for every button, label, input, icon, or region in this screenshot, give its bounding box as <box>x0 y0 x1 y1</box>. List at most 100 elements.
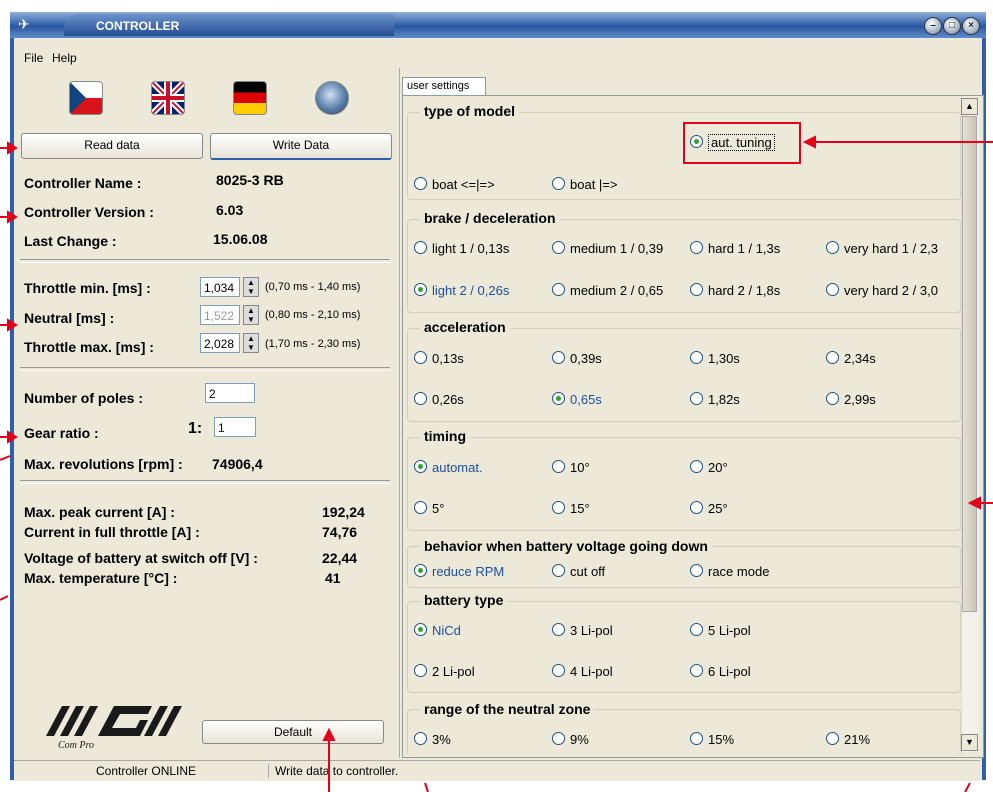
controller-name-value: 8025-3 RB <box>216 172 284 188</box>
battery-voltage-label: Voltage of battery at switch off [V] : <box>24 550 258 566</box>
radio-accel-0-65[interactable]: 0,65s <box>552 392 602 407</box>
radio-neutral-21[interactable]: 21% <box>826 732 870 747</box>
globe-icon[interactable] <box>315 81 349 115</box>
status-bar: Controller ONLINE Write data to controll… <box>14 760 980 781</box>
maximize-icon[interactable]: □ <box>943 17 961 35</box>
radio-brake-medium-1[interactable]: medium 1 / 0,39 <box>552 241 663 256</box>
peak-current-value: 192,24 <box>322 504 365 520</box>
radio-battery-5-lipol[interactable]: 5 Li-pol <box>690 623 751 638</box>
acceleration-group <box>407 328 961 422</box>
radio-neutral-9[interactable]: 9% <box>552 732 589 747</box>
radio-battery-nicd[interactable]: NiCd <box>414 623 461 638</box>
brake-group <box>407 219 961 313</box>
read-data-button[interactable]: Read data <box>21 133 203 159</box>
radio-accel-0-39[interactable]: 0,39s <box>552 351 602 366</box>
radio-battery-4-lipol[interactable]: 4 Li-pol <box>552 664 613 679</box>
throttle-max-label: Throttle max. [ms] : <box>24 339 154 355</box>
radio-timing-25[interactable]: 25° <box>690 501 728 516</box>
scroll-up-icon[interactable]: ▲ <box>961 98 978 115</box>
scrollbar-thumb[interactable] <box>962 116 977 612</box>
svg-text:Com Pro: Com Pro <box>58 740 94 751</box>
radio-timing-5[interactable]: 5° <box>414 501 444 516</box>
radio-accel-2-99[interactable]: 2,99s <box>826 392 876 407</box>
radio-neutral-3[interactable]: 3% <box>414 732 451 747</box>
status-online: Controller ONLINE <box>96 764 197 778</box>
radio-cut-off[interactable]: cut off <box>552 564 605 579</box>
neutral-range: (0,80 ms - 2,10 ms) <box>265 309 361 321</box>
radio-accel-0-26[interactable]: 0,26s <box>414 392 464 407</box>
max-temperature-label: Max. temperature [°C] : <box>24 570 178 586</box>
radio-brake-very-hard-2[interactable]: very hard 2 / 3,0 <box>826 283 938 298</box>
radio-brake-very-hard-1[interactable]: very hard 1 / 2,3 <box>826 241 938 256</box>
gear-ratio-input[interactable]: 1 <box>214 417 256 437</box>
throttle-max-range: (1,70 ms - 2,30 ms) <box>265 338 361 350</box>
neutral-stepper[interactable]: ▲ ▼ <box>243 305 259 325</box>
radio-brake-light-1[interactable]: light 1 / 0,13s <box>414 241 509 256</box>
timing-group <box>407 437 961 531</box>
neutral-label: Neutral [ms] : <box>24 310 115 326</box>
minimize-icon[interactable]: – <box>924 17 942 35</box>
menu-file[interactable]: File <box>24 51 43 65</box>
last-change-label: Last Change : <box>24 233 117 249</box>
radio-accel-1-82[interactable]: 1,82s <box>690 392 740 407</box>
gear-ratio-prefix: 1: <box>188 420 203 437</box>
mgm-logo: Com Pro <box>40 700 190 752</box>
radio-brake-hard-2[interactable]: hard 2 / 1,8s <box>690 283 780 298</box>
radio-brake-light-2[interactable]: light 2 / 0,26s <box>414 283 509 298</box>
radio-brake-medium-2[interactable]: medium 2 / 0,65 <box>552 283 663 298</box>
throttle-min-label: Throttle min. [ms] : <box>24 280 151 296</box>
status-message: Write data to controller. <box>268 764 398 778</box>
throttle-min-input[interactable]: 1,034 <box>200 277 240 297</box>
model-group-title: type of model <box>420 103 520 119</box>
default-button[interactable]: Default <box>202 720 384 744</box>
gear-ratio-label: Gear ratio : <box>24 425 99 441</box>
acceleration-group-title: acceleration <box>420 319 510 335</box>
menu-help[interactable]: Help <box>52 51 77 65</box>
radio-timing-10[interactable]: 10° <box>552 460 590 475</box>
radio-battery-2-lipol[interactable]: 2 Li-pol <box>414 664 475 679</box>
radio-battery-3-lipol[interactable]: 3 Li-pol <box>552 623 613 638</box>
brake-group-title: brake / deceleration <box>420 210 560 226</box>
radio-neutral-15[interactable]: 15% <box>690 732 734 747</box>
poles-input[interactable]: 2 <box>205 383 255 403</box>
radio-timing-20[interactable]: 20° <box>690 460 728 475</box>
behavior-group-title: behavior when battery voltage going down <box>420 538 712 554</box>
throttle-min-stepper[interactable]: ▲ ▼ <box>243 277 259 297</box>
highlight-box <box>683 122 801 164</box>
german-flag-icon[interactable] <box>233 81 267 115</box>
radio-battery-6-lipol[interactable]: 6 Li-pol <box>690 664 751 679</box>
divider <box>20 259 390 263</box>
scroll-down-icon[interactable]: ▼ <box>961 734 978 751</box>
battery-group-title: battery type <box>420 592 508 608</box>
throttle-max-stepper[interactable]: ▲ ▼ <box>243 333 259 353</box>
radio-reduce-rpm[interactable]: reduce RPM <box>414 564 504 579</box>
radio-boat-forward[interactable]: boat |=> <box>552 177 617 192</box>
radio-brake-hard-1[interactable]: hard 1 / 1,3s <box>690 241 780 256</box>
czech-flag-icon[interactable] <box>69 81 103 115</box>
last-change-value: 15.06.08 <box>213 231 268 247</box>
neutral-zone-group-title: range of the neutral zone <box>420 701 595 717</box>
timing-group-title: timing <box>420 428 470 444</box>
throttle-max-input[interactable]: 2,028 <box>200 333 240 353</box>
radio-accel-0-13[interactable]: 0,13s <box>414 351 464 366</box>
radio-accel-1-30[interactable]: 1,30s <box>690 351 740 366</box>
max-temperature-value: 41 <box>325 570 341 586</box>
tab-user-settings[interactable]: user settings <box>402 77 486 95</box>
uk-flag-icon[interactable] <box>151 81 185 115</box>
controller-version-value: 6.03 <box>216 202 244 218</box>
write-data-button[interactable]: Write Data <box>210 133 392 160</box>
close-icon[interactable]: × <box>962 17 980 35</box>
radio-timing-15[interactable]: 15° <box>552 501 590 516</box>
radio-race-mode[interactable]: race mode <box>690 564 769 579</box>
max-revolutions-label: Max. revolutions [rpm] : <box>24 456 183 472</box>
full-throttle-current-value: 74,76 <box>322 524 358 540</box>
full-throttle-current-label: Current in full throttle [A] : <box>24 524 200 540</box>
battery-group <box>407 601 961 693</box>
neutral-input[interactable]: 1,522 <box>200 305 240 325</box>
poles-label: Number of poles : <box>24 390 144 406</box>
radio-timing-automat[interactable]: automat. <box>414 460 483 475</box>
divider <box>20 480 390 484</box>
radio-boat-bidirectional[interactable]: boat <=|=> <box>414 177 495 192</box>
radio-accel-2-34[interactable]: 2,34s <box>826 351 876 366</box>
left-panel <box>14 68 400 758</box>
